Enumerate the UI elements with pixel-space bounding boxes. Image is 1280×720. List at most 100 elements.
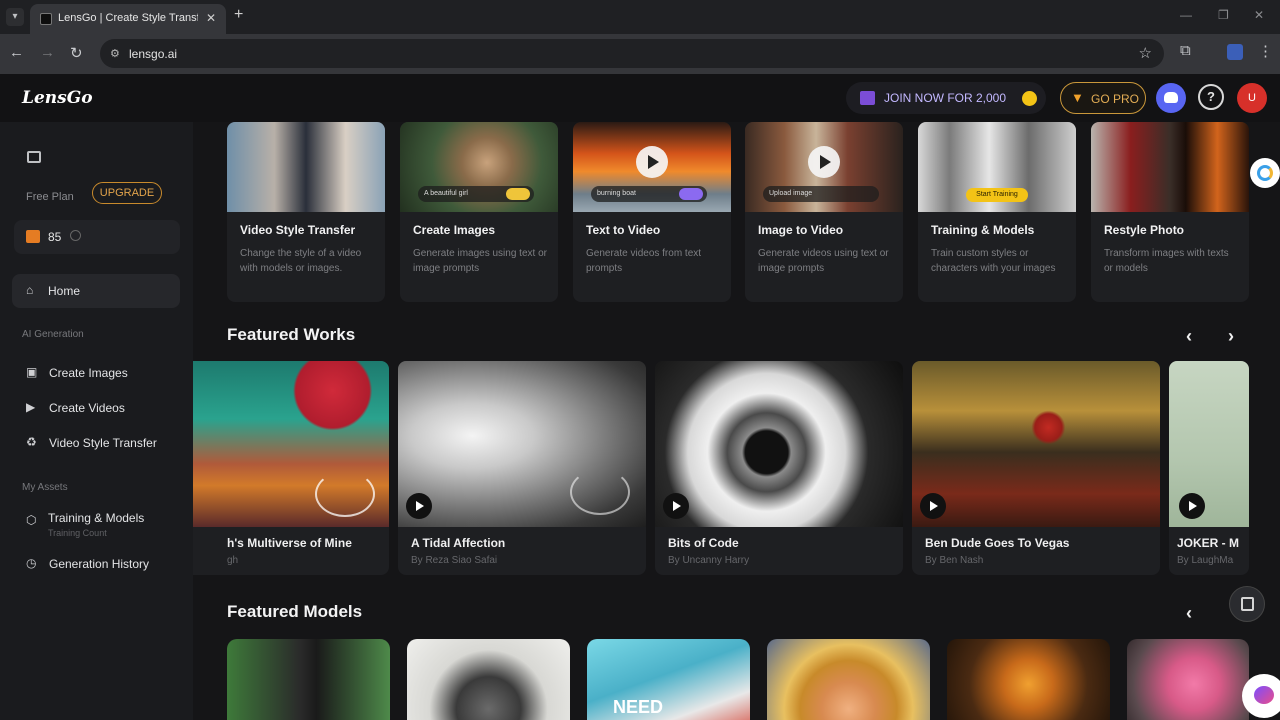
model-thumbnail bbox=[407, 639, 570, 720]
work-card[interactable]: JOKER - M By LaughMa bbox=[1169, 361, 1249, 575]
chevron-right-icon[interactable]: › bbox=[1228, 326, 1234, 347]
prompt-chip-text: burning boat bbox=[597, 190, 636, 197]
feedback-icon[interactable] bbox=[1229, 586, 1265, 622]
back-icon[interactable]: ← bbox=[9, 44, 24, 61]
sidebar-item-generation-history[interactable]: ◷ Generation History bbox=[12, 548, 182, 578]
join-now-label: JOIN NOW FOR 2,000 bbox=[884, 91, 1007, 105]
help-icon[interactable]: ? bbox=[1198, 84, 1224, 110]
new-tab-icon[interactable]: + bbox=[234, 6, 243, 24]
play-icon[interactable] bbox=[406, 493, 432, 519]
work-author: By Ben Nash bbox=[925, 555, 984, 566]
work-title: A Tidal Affection bbox=[411, 536, 506, 550]
tool-card-training-models[interactable]: Start Training Training & Models Train c… bbox=[918, 122, 1076, 302]
discord-button[interactable] bbox=[1156, 83, 1186, 113]
bookmark-star-icon[interactable]: ☆ bbox=[1139, 44, 1152, 62]
lensgo-logo[interactable]: LensGo bbox=[22, 88, 93, 108]
tool-card-image-to-video[interactable]: Upload image Image to Video Generate vid… bbox=[745, 122, 903, 302]
card-description: Generate images using text or image prom… bbox=[413, 248, 547, 274]
section-label-my-assets: My Assets bbox=[22, 482, 68, 493]
assistant-swirl-icon[interactable] bbox=[1250, 158, 1280, 188]
training-count-label: Training Count bbox=[48, 528, 107, 538]
maximize-icon[interactable]: ❐ bbox=[1218, 8, 1229, 22]
model-poster-text: NEED bbox=[613, 697, 664, 717]
card-thumbnail: A beautiful girl bbox=[400, 122, 558, 212]
profile-icon[interactable] bbox=[1227, 44, 1243, 60]
play-icon[interactable] bbox=[808, 146, 840, 178]
chat-bubble-icon[interactable] bbox=[1242, 674, 1280, 718]
crown-icon: ▼ bbox=[1071, 90, 1084, 105]
browser-tab[interactable]: LensGo | Create Style Transfer V ✕ bbox=[30, 4, 226, 34]
work-card[interactable]: h's Multiverse of Mine gh bbox=[193, 361, 389, 575]
work-author: By LaughMa bbox=[1177, 555, 1234, 566]
work-author: gh bbox=[227, 555, 239, 566]
play-icon[interactable] bbox=[636, 146, 668, 178]
sidebar: Free Plan UPGRADE 85 ⌂ Home AI Generatio… bbox=[0, 122, 193, 720]
site-info-icon[interactable]: ⚙ bbox=[110, 47, 120, 60]
minimize-icon[interactable]: — bbox=[1180, 8, 1192, 22]
model-thumbnail bbox=[1127, 639, 1249, 720]
play-icon[interactable] bbox=[920, 493, 946, 519]
work-card[interactable]: Bits of Code By Uncanny Harry bbox=[655, 361, 903, 575]
work-thumbnail bbox=[655, 361, 903, 527]
browser-menu-icon[interactable]: ⋮ bbox=[1258, 42, 1273, 60]
go-pro-label: GO PRO bbox=[1091, 92, 1140, 106]
play-icon[interactable] bbox=[1179, 493, 1205, 519]
reload-icon[interactable]: ↻ bbox=[70, 44, 83, 62]
tab-search-icon[interactable]: ▾ bbox=[6, 8, 24, 26]
send-icon bbox=[679, 188, 703, 200]
model-card[interactable]: NEED bbox=[587, 639, 750, 720]
info-icon[interactable] bbox=[70, 230, 81, 241]
model-card[interactable] bbox=[947, 639, 1110, 720]
main-content: Video Style Transfer Change the style of… bbox=[193, 122, 1280, 720]
join-now-button[interactable]: JOIN NOW FOR 2,000 bbox=[846, 82, 1046, 114]
work-card[interactable]: A Tidal Affection By Reza Siao Safai bbox=[398, 361, 646, 575]
chevron-left-icon[interactable]: ‹ bbox=[1186, 603, 1192, 624]
tool-card-video-style-transfer[interactable]: Video Style Transfer Change the style of… bbox=[227, 122, 385, 302]
tool-card-create-images[interactable]: A beautiful girl Create Images Generate … bbox=[400, 122, 558, 302]
card-title: Create Images bbox=[413, 223, 496, 237]
discord-icon bbox=[1164, 92, 1178, 103]
sidebar-item-create-images[interactable]: ▣ Create Images bbox=[12, 357, 182, 387]
start-training-chip: Start Training bbox=[966, 188, 1028, 202]
brain-icon bbox=[1254, 686, 1274, 704]
featured-works-heading: Featured Works bbox=[227, 325, 356, 344]
model-card[interactable] bbox=[767, 639, 930, 720]
chevron-left-icon[interactable]: ‹ bbox=[1186, 326, 1192, 347]
forward-icon[interactable]: → bbox=[40, 44, 55, 61]
clock-icon: ◷ bbox=[26, 556, 37, 570]
tool-card-text-to-video[interactable]: burning boat Text to Video Generate vide… bbox=[573, 122, 731, 302]
sidebar-item-home[interactable]: ⌂ Home bbox=[12, 274, 180, 308]
upgrade-button[interactable]: UPGRADE bbox=[92, 182, 162, 204]
model-thumbnail bbox=[767, 639, 930, 720]
work-card[interactable]: Ben Dude Goes To Vegas By Ben Nash bbox=[912, 361, 1160, 575]
model-card[interactable] bbox=[407, 639, 570, 720]
play-icon[interactable] bbox=[663, 493, 689, 519]
work-author: By Uncanny Harry bbox=[668, 555, 750, 566]
model-thumbnail bbox=[587, 639, 750, 720]
credits-display: 85 bbox=[14, 220, 180, 254]
tool-card-restyle-photo[interactable]: Restyle Photo Transform images with text… bbox=[1091, 122, 1249, 302]
model-card[interactable] bbox=[227, 639, 390, 720]
tab-close-icon[interactable]: ✕ bbox=[206, 11, 216, 25]
go-pro-button[interactable]: ▼ GO PRO bbox=[1060, 82, 1146, 114]
window-close-icon[interactable]: ✕ bbox=[1254, 8, 1264, 22]
sidebar-item-label: Video Style Transfer bbox=[49, 436, 157, 450]
extensions-icon[interactable]: ⧉ bbox=[1180, 42, 1191, 59]
model-card[interactable] bbox=[1127, 639, 1249, 720]
work-title: h's Multiverse of Mine bbox=[227, 536, 352, 550]
image-icon: ▣ bbox=[26, 365, 38, 379]
work-author: By Reza Siao Safai bbox=[411, 555, 498, 566]
home-icon: ⌂ bbox=[26, 283, 34, 297]
browser-toolbar: ← → ↻ ⚙ lensgo.ai ☆ ⧉ ⋮ bbox=[0, 34, 1280, 74]
sidebar-item-create-videos[interactable]: ▶ Create Videos bbox=[12, 392, 182, 422]
sidebar-item-video-style-transfer[interactable]: ♻ Video Style Transfer bbox=[12, 427, 182, 457]
swirl-icon bbox=[1257, 165, 1273, 181]
avatar[interactable]: U bbox=[1237, 83, 1267, 113]
gift-icon bbox=[860, 91, 875, 105]
url-text[interactable]: lensgo.ai bbox=[129, 47, 177, 61]
address-bar[interactable]: ⚙ lensgo.ai ☆ bbox=[100, 39, 1164, 68]
work-title: JOKER - M bbox=[1177, 536, 1240, 550]
sidebar-collapse-icon[interactable] bbox=[27, 151, 41, 163]
work-thumbnail bbox=[912, 361, 1160, 527]
style-transfer-icon: ♻ bbox=[26, 435, 37, 449]
